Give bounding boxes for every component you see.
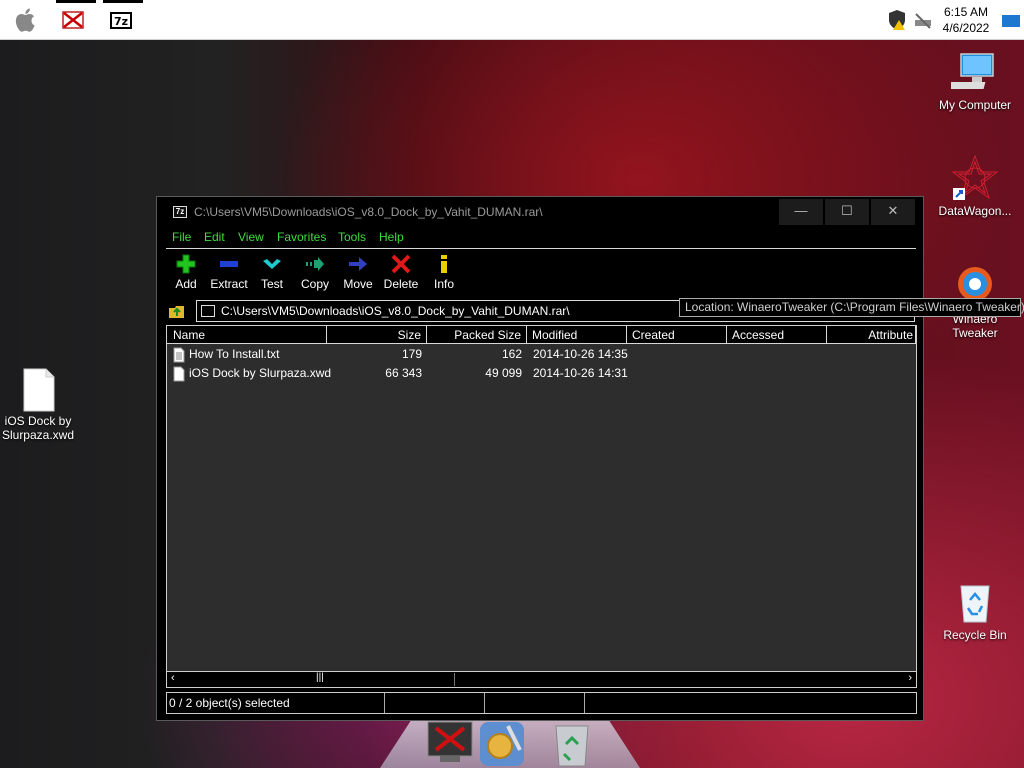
recycle-bin-icon <box>960 585 990 623</box>
move-button[interactable]: Move <box>336 253 380 291</box>
maximize-button[interactable]: ☐ <box>825 199 869 225</box>
clock-time: 6:15 AM <box>943 5 989 19</box>
desktop-icon-label: My Computer <box>938 98 1012 112</box>
file-packed-size: 162 <box>501 347 522 361</box>
extract-label: Extract <box>210 277 248 291</box>
scroll-left-arrow-icon[interactable]: ‹ <box>171 672 175 684</box>
scroll-thumb[interactable]: ||| <box>183 672 455 686</box>
dock-red-x-icon[interactable] <box>426 720 474 768</box>
column-packed-size[interactable]: Packed Size <box>427 326 527 344</box>
status-bar: 0 / 2 object(s) selected <box>166 692 917 714</box>
apple-logo-icon[interactable] <box>12 6 40 34</box>
desktop-icon-label: Recycle Bin <box>943 628 1007 642</box>
window-title-bar[interactable]: 7z C:\Users\VM5\Downloads\iOS_v8.0_Dock_… <box>157 197 923 227</box>
test-label: Test <box>260 277 283 291</box>
minimize-button[interactable]: — <box>779 199 823 225</box>
test-button[interactable]: Test <box>250 253 294 291</box>
table-row[interactable]: How To Install.txt 179 162 2014-10-26 14… <box>167 346 916 365</box>
taskbar-app-7zip[interactable]: 7z <box>103 0 143 34</box>
7zip-window: 7z C:\Users\VM5\Downloads\iOS_v8.0_Dock_… <box>156 196 924 721</box>
column-created[interactable]: Created <box>627 326 727 344</box>
7zip-icon: 7z <box>110 12 132 29</box>
column-name[interactable]: Name <box>167 326 327 344</box>
close-button[interactable]: ✕ <box>871 199 915 225</box>
add-label: Add <box>175 277 197 291</box>
file-modified: 2014-10-26 14:35 <box>533 347 628 361</box>
status-segment <box>385 693 485 713</box>
extract-button[interactable]: Extract <box>207 253 251 291</box>
status-segment <box>485 693 585 713</box>
file-name: How To Install.txt <box>189 347 280 361</box>
menu-tools[interactable]: Tools <box>338 230 366 244</box>
datawagon-star-icon <box>951 154 999 200</box>
clock-date: 4/6/2022 <box>942 21 990 35</box>
notification-icon[interactable] <box>998 6 1024 34</box>
menu-file[interactable]: File <box>172 230 191 244</box>
add-icon <box>176 254 196 274</box>
top-menu-bar: 7z 6:15 AM 4/6/2022 <box>0 0 1024 40</box>
menu-help[interactable]: Help <box>379 230 404 244</box>
security-shield-icon[interactable] <box>884 6 910 34</box>
extract-icon <box>220 261 238 267</box>
move-label: Move <box>343 277 373 291</box>
horizontal-scrollbar[interactable]: ‹ ||| › <box>166 671 917 688</box>
copy-button[interactable]: Copy <box>293 253 337 291</box>
text-file-icon <box>173 347 185 363</box>
dock-system-preferences-icon[interactable] <box>478 720 526 768</box>
copy-label: Copy <box>300 277 329 291</box>
folder-up-icon[interactable] <box>168 302 186 320</box>
desktop-icon-datawagon[interactable]: DataWagon... <box>930 154 1020 218</box>
file-packed-size: 49 099 <box>485 366 522 380</box>
desktop-icon-recycle-bin[interactable]: Recycle Bin <box>930 578 1020 642</box>
system-clock[interactable]: 6:15 AM 4/6/2022 <box>936 4 996 36</box>
file-modified: 2014-10-26 14:31 <box>533 366 628 380</box>
desktop-icon-label: DataWagon... <box>938 204 1012 218</box>
location-tooltip: Location: WinaeroTweaker (C:\Program Fil… <box>679 298 1024 317</box>
scroll-right-arrow-icon[interactable]: › <box>908 672 912 684</box>
desktop-icon-label: iOS Dock by Slurpaza.xwd <box>1 414 75 442</box>
scroll-grip-icon: ||| <box>316 672 324 683</box>
file-size: 179 <box>401 347 422 361</box>
dock-trash-icon[interactable] <box>548 720 596 768</box>
computer-icon <box>951 53 994 89</box>
file-size: 66 343 <box>385 366 422 380</box>
desktop-icon-xwd-file[interactable]: iOS Dock by Slurpaza.xwd <box>0 368 83 442</box>
file-icon <box>173 366 185 382</box>
svg-text:7z: 7z <box>114 15 128 28</box>
menu-favorites[interactable]: Favorites <box>277 230 326 244</box>
menu-view[interactable]: View <box>238 230 264 244</box>
desktop-icon-my-computer[interactable]: My Computer <box>930 50 1020 112</box>
delete-icon <box>391 254 411 274</box>
info-label: Info <box>433 277 454 291</box>
file-list[interactable]: Name Size Packed Size Modified Created A… <box>166 325 917 688</box>
test-icon <box>263 259 281 269</box>
menu-edit[interactable]: Edit <box>204 230 225 244</box>
column-modified[interactable]: Modified <box>527 326 627 344</box>
copy-icon <box>306 257 324 271</box>
archive-icon <box>201 305 215 317</box>
column-attribute[interactable]: Attribute <box>827 326 916 344</box>
toolbar: Add Extract Test Copy Move Delete Info <box>166 253 916 293</box>
info-icon <box>441 255 447 273</box>
menu-bar: File Edit View Favorites Tools Help <box>166 229 916 249</box>
column-size[interactable]: Size <box>327 326 427 344</box>
file-icon <box>23 368 55 412</box>
taskbar-app-red-x[interactable] <box>56 0 96 34</box>
add-button[interactable]: Add <box>164 253 208 291</box>
network-icon[interactable] <box>910 6 936 34</box>
delete-label: Delete <box>383 277 419 291</box>
7zip-title-icon: 7z <box>173 206 187 218</box>
file-name: iOS Dock by Slurpaza.xwd <box>189 366 332 380</box>
column-accessed[interactable]: Accessed <box>727 326 827 344</box>
window-title: C:\Users\VM5\Downloads\iOS_v8.0_Dock_by_… <box>194 205 543 219</box>
address-text: C:\Users\VM5\Downloads\iOS_v8.0_Dock_by_… <box>221 304 570 318</box>
delete-button[interactable]: Delete <box>379 253 423 291</box>
table-row[interactable]: iOS Dock by Slurpaza.xwd 66 343 49 099 2… <box>167 365 916 384</box>
move-icon <box>349 257 367 271</box>
red-x-app-icon <box>62 11 84 29</box>
status-selection: 0 / 2 object(s) selected <box>167 693 385 713</box>
info-button[interactable]: Info <box>422 253 466 291</box>
active-indicator <box>103 0 143 3</box>
active-indicator <box>56 0 96 3</box>
